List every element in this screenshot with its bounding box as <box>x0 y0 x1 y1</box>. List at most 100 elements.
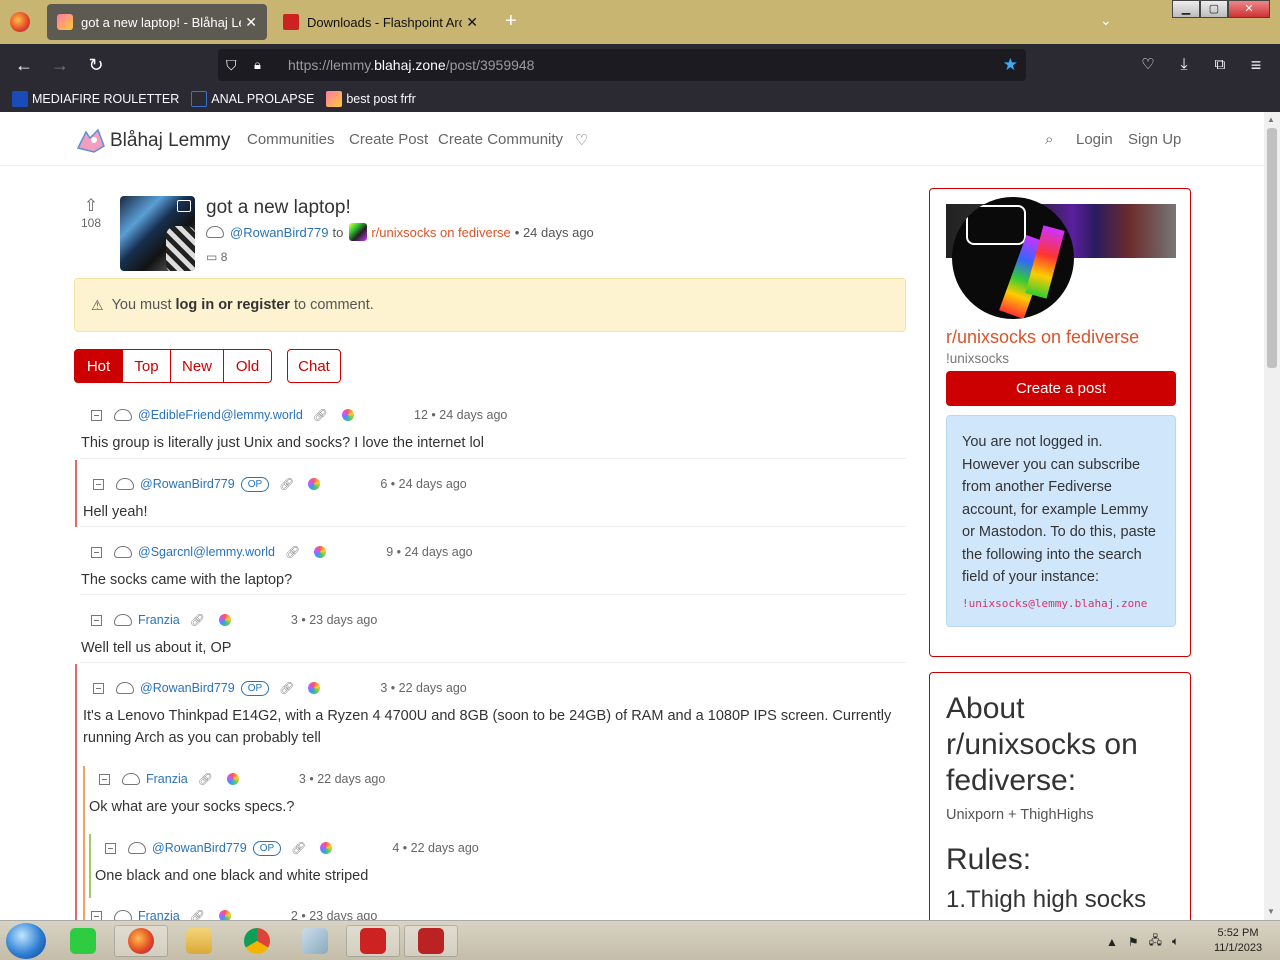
comment-author[interactable]: Franzia <box>138 909 180 920</box>
pocket-icon[interactable]: ♡ <box>1136 53 1160 77</box>
url-bar[interactable]: ⛉ 🔒︎ https://lemmy.blahaj.zone/post/3959… <box>218 49 1026 81</box>
nav-create-post[interactable]: Create Post <box>349 131 428 148</box>
firefox-menu-icon[interactable] <box>10 12 30 32</box>
taskbar-app-2[interactable] <box>404 925 458 957</box>
collapse-icon[interactable] <box>91 614 102 626</box>
scroll-down-icon[interactable]: ▼ <box>1267 907 1275 916</box>
tracking-shield-icon[interactable]: ⛉ <box>226 57 246 74</box>
new-tab-button[interactable]: + <box>505 10 517 33</box>
tab-close-icon[interactable]: ✕ <box>466 14 478 31</box>
collapse-icon[interactable] <box>91 546 102 558</box>
close-window-button[interactable]: ✕ <box>1228 0 1270 18</box>
post-age: • 24 days ago <box>514 224 594 240</box>
forward-arrow-icon[interactable]: → <box>48 53 72 77</box>
scroll-thumb[interactable] <box>1267 128 1277 368</box>
link-icon[interactable]: 🔗︎ <box>279 477 294 491</box>
sort-new-button[interactable]: New <box>171 349 224 383</box>
sort-hot-button[interactable]: Hot <box>74 349 123 383</box>
tab-downloads[interactable]: Downloads - Flashpoint Archive ✕ <box>273 4 488 40</box>
login-link[interactable]: Login <box>1076 131 1113 148</box>
donate-heart-icon[interactable]: ♡ <box>575 131 588 149</box>
extensions-icon[interactable]: ⧉ <box>1208 53 1232 77</box>
comment-author[interactable]: @Sgarcnl@lemmy.world <box>138 545 275 559</box>
chat-button[interactable]: Chat <box>287 349 341 383</box>
link-icon[interactable]: 🔗︎ <box>291 841 306 855</box>
link-icon[interactable]: 🔗︎ <box>279 681 294 695</box>
login-register-link[interactable]: log in or register <box>176 297 290 313</box>
signup-link[interactable]: Sign Up <box>1128 131 1181 148</box>
taskbar-app[interactable] <box>288 925 342 957</box>
comment-author[interactable]: @RowanBird779 <box>140 477 235 491</box>
nav-communities[interactable]: Communities <box>247 131 335 148</box>
bookmark-mediafire[interactable]: MEDIAFIRE ROULETTER <box>12 91 179 107</box>
mediafire-icon <box>12 91 28 107</box>
collapse-icon[interactable] <box>99 773 110 785</box>
tab-close-icon[interactable]: ✕ <box>245 14 257 31</box>
sort-top-button[interactable]: Top <box>123 349 171 383</box>
site-brand[interactable]: Blåhaj Lemmy <box>110 130 230 152</box>
page-scrollbar[interactable]: ▲ ▼ <box>1264 112 1280 920</box>
post-community[interactable]: r/unixsocks on fediverse <box>371 225 510 240</box>
instance-icon <box>308 682 321 694</box>
start-button-icon[interactable] <box>6 923 46 959</box>
taskbar-explorer[interactable] <box>172 925 226 957</box>
federation-handle[interactable]: !unixsocks@lemmy.blahaj.zone <box>962 593 1160 616</box>
link-icon[interactable]: 🔗︎ <box>313 408 328 422</box>
bookmark-star-icon[interactable]: ★ <box>1003 55 1018 75</box>
collapse-icon[interactable] <box>93 682 104 694</box>
network-icon[interactable]: 🖧︎ <box>1149 931 1162 952</box>
to-text: to <box>332 224 344 240</box>
nav-create-community[interactable]: Create Community <box>438 131 563 148</box>
link-icon[interactable]: 🔗︎ <box>285 545 300 559</box>
downloads-icon[interactable]: ⤓ <box>1172 53 1196 77</box>
lemmy-favicon-icon <box>57 14 73 30</box>
sort-old-button[interactable]: Old <box>224 349 272 383</box>
comment-author[interactable]: @RowanBird779 <box>152 841 247 855</box>
create-post-button[interactable]: Create a post <box>946 371 1176 406</box>
tab-title: got a new laptop! - Blåhaj Lemmy <box>81 14 241 30</box>
post-author[interactable]: @RowanBird779 <box>230 225 328 240</box>
taskbar-notes-app[interactable] <box>56 925 110 957</box>
search-icon[interactable]: ⌕ <box>1045 131 1053 148</box>
post-title[interactable]: got a new laptop! <box>206 197 351 219</box>
collapse-icon[interactable] <box>91 409 102 421</box>
flag-icon[interactable]: ⚑ <box>1128 935 1139 949</box>
comment-body: One black and one black and white stripe… <box>95 868 369 884</box>
tab-active[interactable]: got a new laptop! - Blåhaj Lemmy ✕ <box>47 4 267 40</box>
link-icon[interactable]: 🔗︎ <box>198 772 213 786</box>
scroll-up-icon[interactable]: ▲ <box>1267 115 1275 124</box>
comment-author[interactable]: Franzia <box>146 772 188 786</box>
url-text[interactable]: https://lemmy.blahaj.zone/post/3959948 <box>288 57 534 73</box>
bookmark-anal-prolapse[interactable]: ANAL PROLAPSE <box>191 91 314 107</box>
collapse-icon[interactable] <box>91 910 102 920</box>
reload-icon[interactable]: ↻ <box>84 53 108 77</box>
hamburger-menu-icon[interactable]: ≡ <box>1244 53 1268 77</box>
comment-author[interactable]: Franzia <box>138 613 180 627</box>
taskbar-firefox[interactable] <box>114 925 168 957</box>
post-thumbnail[interactable] <box>120 196 195 271</box>
collapse-icon[interactable] <box>93 478 104 490</box>
taskbar-flashpoint[interactable] <box>346 925 400 957</box>
instance-icon <box>226 773 239 785</box>
upvote-arrow-icon[interactable]: ⇧ <box>76 196 106 216</box>
list-all-tabs-icon[interactable]: ⌄ <box>1100 12 1112 29</box>
volume-icon[interactable]: 🔈︎ <box>1172 934 1179 949</box>
link-icon[interactable]: 🔗︎ <box>190 613 205 627</box>
comment-count[interactable]: ▭ 8 <box>206 250 227 264</box>
clock[interactable]: 5:52 PM 11/1/2023 <box>1208 926 1268 956</box>
back-arrow-icon[interactable]: ← <box>12 53 36 77</box>
community-name[interactable]: r/unixsocks on fediverse <box>946 327 1139 348</box>
bookmark-best-post[interactable]: best post frfr <box>326 91 416 107</box>
comment-author[interactable]: @RowanBird779 <box>140 681 235 695</box>
collapse-icon[interactable] <box>105 842 116 854</box>
blahaj-logo-icon[interactable] <box>76 126 106 156</box>
lock-icon[interactable]: 🔒︎ <box>254 57 274 73</box>
tray-expand-icon[interactable]: ▲ <box>1106 935 1118 949</box>
op-badge: OP <box>240 476 270 492</box>
minimize-button[interactable]: ▁ <box>1172 0 1200 18</box>
maximize-button[interactable]: ▢ <box>1200 0 1228 18</box>
system-tray: ▲ ⚑ 🖧︎ 🔈︎ <box>1106 931 1189 952</box>
comment-author[interactable]: @EdibleFriend@lemmy.world <box>138 408 303 422</box>
taskbar-chrome[interactable] <box>230 925 284 957</box>
link-icon[interactable]: 🔗︎ <box>190 909 205 920</box>
